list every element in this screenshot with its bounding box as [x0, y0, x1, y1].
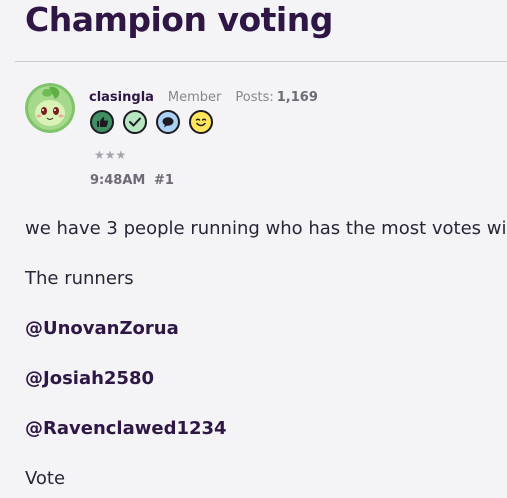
- posts-label: Posts:: [235, 90, 274, 105]
- title-divider: [15, 61, 507, 62]
- chikorita-avatar-icon: [25, 83, 75, 133]
- post-body-line: The runners: [25, 268, 134, 289]
- user-mention[interactable]: @Ravenclawed1234: [25, 418, 227, 439]
- rank-stars: ★★★: [94, 148, 127, 162]
- thread-title: Champion voting: [25, 0, 333, 39]
- user-badges: [90, 110, 213, 134]
- thumbs-up-icon[interactable]: [90, 110, 114, 134]
- post-author-meta: clasingla Member Posts: 1,169: [89, 90, 318, 105]
- post-body-line: Vote: [25, 468, 66, 489]
- wink-face-icon[interactable]: [189, 110, 213, 134]
- user-avatar[interactable]: [25, 83, 75, 133]
- author-title: Member: [167, 90, 222, 105]
- checkmark-icon[interactable]: [123, 110, 147, 134]
- speech-bubble-icon[interactable]: [156, 110, 180, 134]
- posts-count: 1,169: [276, 90, 318, 105]
- user-mention[interactable]: @UnovanZorua: [25, 318, 179, 339]
- post-body-line: we have 3 people running who has the mos…: [25, 218, 507, 239]
- post-time[interactable]: 9:48AM: [90, 173, 145, 188]
- author-username[interactable]: clasingla: [89, 90, 154, 105]
- post-number[interactable]: #1: [154, 173, 174, 188]
- user-mention[interactable]: @Josiah2580: [25, 368, 154, 389]
